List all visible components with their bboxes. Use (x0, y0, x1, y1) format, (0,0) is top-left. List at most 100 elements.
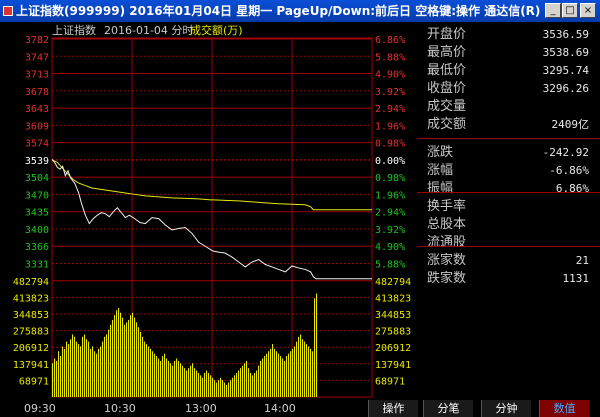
volume-bar (74, 336, 76, 397)
info-label: 涨跌 (427, 145, 454, 160)
volume-tick-label: 413823 (13, 293, 49, 304)
info-label: 成交量 (427, 99, 467, 114)
tab-operate[interactable]: 操作 (368, 400, 418, 417)
panel-divider (417, 138, 600, 139)
volume-bar (220, 377, 222, 397)
time-label: 14:00 (264, 402, 296, 415)
volume-bar (64, 348, 66, 397)
pct-tick-label: 2.94% (375, 104, 405, 115)
volume-bar (246, 360, 248, 397)
volume-bar (194, 368, 196, 397)
price-tick-label: 3435 (25, 208, 49, 219)
volume-bar (142, 336, 144, 397)
info-row: 涨幅 -6.86% (417, 162, 600, 180)
pct-tick-label: 0.98% (375, 139, 405, 150)
volume-bar (210, 375, 212, 397)
price-tick-label: 3366 (25, 242, 49, 253)
volume-bar (296, 341, 298, 397)
pct-tick-label: 1.96% (375, 190, 405, 201)
info-row: 收盘价 3296.26 (417, 80, 600, 98)
info-label: 振幅 (427, 181, 454, 196)
info-value: 3538.69 (542, 46, 589, 59)
volume-bar (236, 372, 238, 397)
volume-bar (78, 344, 80, 397)
pct-tick-label: 0.00% (375, 156, 405, 167)
volume-bar (268, 351, 270, 397)
volume-tick-label-right: 206912 (375, 343, 411, 354)
pct-tick-label: 0.98% (375, 173, 405, 184)
pct-tick-label: 5.88% (375, 52, 405, 63)
info-label: 开盘价 (427, 27, 467, 42)
volume-bar (314, 298, 316, 397)
tab-minutes[interactable]: 分钟 (481, 400, 531, 417)
volume-bar (84, 334, 86, 397)
volume-tick-label: 137941 (13, 360, 49, 371)
volume-bar (256, 370, 258, 397)
volume-bar (254, 372, 256, 397)
tab-values[interactable]: 数值 (539, 400, 589, 417)
volume-bar (304, 341, 306, 397)
volume-bar (206, 370, 208, 397)
close-button[interactable]: × (580, 3, 596, 18)
maximize-button[interactable]: □ (562, 3, 578, 18)
volume-bar (170, 363, 172, 397)
volume-bar (96, 353, 98, 397)
volume-bar (108, 329, 110, 397)
volume-bar (138, 327, 140, 397)
volume-bar (184, 368, 186, 397)
info-label: 总股本 (427, 217, 467, 232)
volume-bar (230, 380, 232, 397)
volume-bar (284, 360, 286, 397)
volume-bar (288, 353, 290, 397)
info-label: 最高价 (427, 45, 467, 60)
volume-bar (250, 372, 252, 397)
volume-bar (274, 348, 276, 397)
info-value: 3536.59 (542, 28, 589, 41)
panel-divider (417, 192, 600, 193)
volume-bar (212, 377, 214, 397)
volume-bar (190, 365, 192, 397)
volume-bar (262, 358, 264, 397)
pct-tick-label: 6.86% (375, 35, 405, 46)
volume-bar (282, 358, 284, 397)
volume-bar (226, 384, 228, 397)
volume-bar (278, 353, 280, 397)
info-label: 涨家数 (427, 253, 467, 268)
volume-bar (224, 382, 226, 397)
volume-bar (152, 351, 154, 397)
volume-bar (56, 360, 58, 397)
chart-volume-label: 成交额(万) (190, 23, 243, 37)
volume-bar (244, 363, 246, 397)
volume-bar (126, 322, 128, 397)
volume-bar (176, 358, 178, 397)
volume-bar (174, 360, 176, 397)
info-row: 流通股 (417, 234, 600, 252)
volume-bar (316, 293, 318, 397)
minimize-button[interactable]: _ (545, 3, 561, 18)
info-label: 跌家数 (427, 271, 467, 286)
price-tick-label: 3747 (25, 52, 49, 63)
pct-tick-label: 5.88% (375, 260, 405, 271)
volume-bar (276, 351, 278, 397)
info-value: 3295.74 (542, 64, 589, 77)
info-row: 成交量 (417, 98, 600, 116)
time-label: 10:30 (104, 402, 136, 415)
volume-bar (178, 360, 180, 397)
volume-tick-label-right: 275883 (375, 327, 411, 338)
volume-bar (264, 356, 266, 397)
info-label: 涨幅 (427, 163, 454, 178)
volume-bar (164, 353, 166, 397)
intraday-chart[interactable]: 上证指数 2016-01-04 分时 成交额(万) 3782 6.86% 3747 5… (0, 22, 417, 399)
tab-ticks[interactable]: 分笔 (423, 400, 473, 417)
volume-bar (66, 341, 68, 397)
pct-tick-label: 4.90% (375, 70, 405, 81)
volume-bar (294, 346, 296, 397)
volume-bar (132, 312, 134, 397)
volume-bar (202, 377, 204, 397)
volume-bar (258, 365, 260, 397)
volume-bar (168, 360, 170, 397)
volume-bar (216, 382, 218, 397)
title-bar: 上证指数(999999) 2016年01月04日 星期一 PageUp/Down… (0, 0, 600, 22)
info-value: 1131 (562, 272, 590, 285)
pct-tick-label: 2.94% (375, 208, 405, 219)
